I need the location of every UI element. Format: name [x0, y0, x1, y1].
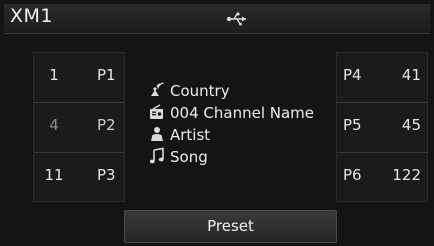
channel-name-text: 004 Channel Name — [170, 104, 315, 122]
preset-p2[interactable]: 4 P2 — [34, 103, 124, 153]
preset-p1[interactable]: 1 P1 — [34, 53, 124, 103]
preset-p4[interactable]: P4 41 — [337, 53, 427, 103]
preset-button[interactable]: Preset — [124, 210, 337, 243]
category-text: Country — [170, 82, 230, 100]
song-row: Song — [148, 146, 348, 168]
artist-icon — [151, 127, 163, 141]
preset-channel-number: 122 — [392, 166, 421, 184]
preset-label: P5 — [343, 116, 362, 134]
status-bar: XM1 — [4, 4, 430, 34]
right-preset-list: P4 41 P5 45 P6 122 — [336, 52, 428, 202]
category-row: Country — [148, 80, 348, 102]
usb-icon — [226, 12, 246, 26]
preset-p5[interactable]: P5 45 — [337, 103, 427, 153]
preset-label: P1 — [97, 66, 116, 84]
preset-label: P6 — [343, 166, 362, 184]
artist-text: Artist — [170, 126, 211, 144]
preset-channel-number: 11 — [44, 166, 64, 184]
channel-row: 004 Channel Name — [148, 102, 348, 124]
artist-row: Artist — [148, 124, 348, 146]
preset-label: P3 — [97, 166, 116, 184]
left-preset-list: 1 P1 4 P2 11 P3 — [33, 52, 125, 202]
preset-channel-number: 4 — [49, 116, 59, 134]
radio-screen: XM1 1 P1 4 P2 11 P3 Country 004 Channel … — [0, 0, 434, 246]
preset-channel-number: 1 — [49, 66, 59, 84]
radio-channel-icon — [150, 104, 163, 119]
preset-channel-number: 41 — [401, 66, 421, 84]
band-label: XM1 — [10, 5, 53, 27]
song-text: Song — [170, 148, 208, 166]
preset-p6[interactable]: P6 122 — [337, 153, 427, 203]
preset-label: P2 — [97, 116, 116, 134]
now-playing-info: Country 004 Channel Name Artist Song — [148, 72, 336, 202]
preset-channel-number: 45 — [401, 116, 421, 134]
preset-p3[interactable]: 11 P3 — [34, 153, 124, 203]
satellite-icon — [151, 82, 164, 96]
music-note-icon — [149, 147, 164, 164]
preset-label: P4 — [343, 66, 362, 84]
